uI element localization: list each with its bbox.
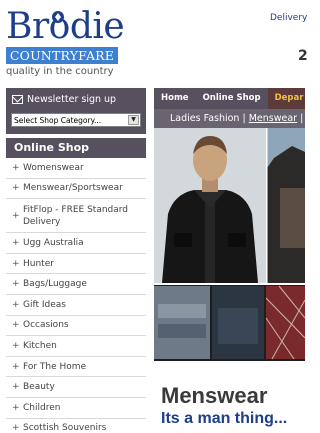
tartan-panel <box>266 286 305 359</box>
nav-departments[interactable]: Depar <box>267 88 305 109</box>
crest-icon <box>52 11 64 23</box>
shop-category-select[interactable]: Select Shop Category... ▼ <box>11 113 141 127</box>
bag-shape <box>218 308 258 344</box>
plus-icon: + <box>12 340 20 351</box>
category-item-bags[interactable]: + Bags/Luggage <box>6 274 146 295</box>
category-item-children[interactable]: + Children <box>6 398 146 419</box>
newsletter-box: Newsletter sign up Select Shop Category.… <box>6 88 146 134</box>
plus-icon: + <box>12 162 20 173</box>
crumb-menswear[interactable]: Menswear <box>249 113 297 124</box>
knit-fold-1 <box>158 304 206 318</box>
newsletter-signup-link[interactable]: Newsletter sign up <box>11 92 141 107</box>
category-item-for-the-home[interactable]: + For The Home <box>6 357 146 378</box>
category-item-fitflop[interactable]: + FitFlop - FREE Standard Delivery <box>6 199 146 234</box>
header-number: 2 <box>298 48 308 64</box>
category-item-scottish-souvenirs[interactable]: + Scottish Souvenirs <box>6 419 146 433</box>
shop-select-value: Select Shop Category... <box>14 115 102 125</box>
chevron-down-icon[interactable]: ▼ <box>128 115 139 125</box>
plus-icon: + <box>12 279 20 290</box>
logo-tagline: quality in the country <box>6 66 114 77</box>
crumb-ladies-fashion[interactable]: Ladies Fashion <box>170 113 239 124</box>
category-item-beauty[interactable]: + Beauty <box>6 377 146 398</box>
category-list: + Womenswear + Menswear/Sportswear + FitFlo… <box>6 158 146 433</box>
envelope-icon <box>12 95 23 104</box>
category-item-occasions[interactable]: + Occasions <box>6 316 146 337</box>
category-item-hunter[interactable]: + Hunter <box>6 254 146 275</box>
plus-icon: + <box>12 423 20 433</box>
plus-icon: + <box>12 299 20 310</box>
online-shop-heading: Online Shop <box>6 138 146 158</box>
collage-divider-v <box>266 128 268 283</box>
category-item-menswear[interactable]: + Menswear/Sportswear <box>6 179 146 200</box>
sidebar: Newsletter sign up Select Shop Category.… <box>6 88 146 433</box>
main-nav: Home Online Shop Depar <box>154 88 305 109</box>
delivery-link[interactable]: Delivery <box>270 13 307 23</box>
plus-icon: + <box>12 402 20 413</box>
knitwear-panel <box>154 286 210 359</box>
pocket-right <box>228 233 246 247</box>
plus-icon: + <box>12 258 20 269</box>
knit-fold-2 <box>158 324 206 338</box>
category-item-gift-ideas[interactable]: + Gift Ideas <box>6 295 146 316</box>
coat-detail <box>280 188 305 248</box>
crumb-separator: | <box>300 113 304 124</box>
logo-band: COUNTRYFARE <box>6 47 118 64</box>
hero-collage-image <box>154 128 305 361</box>
page-title: Menswear <box>161 383 268 408</box>
plus-icon: + <box>12 361 20 372</box>
newsletter-label: Newsletter sign up <box>27 94 117 105</box>
nav-home[interactable]: Home <box>154 88 196 109</box>
plus-icon: + <box>12 320 20 331</box>
plus-icon: + <box>12 210 20 221</box>
page-subtitle: Its a man thing... <box>161 410 288 427</box>
pocket-left <box>174 233 192 247</box>
plus-icon: + <box>12 183 20 194</box>
category-item-kitchen[interactable]: + Kitchen <box>6 336 146 357</box>
plus-icon: + <box>12 382 20 393</box>
brand-logo[interactable]: Brodie COUNTRYFARE quality in the countr… <box>6 8 125 77</box>
nav-online-shop[interactable]: Online Shop <box>196 88 268 109</box>
collage-divider <box>154 283 305 285</box>
category-item-ugg[interactable]: + Ugg Australia <box>6 233 146 254</box>
category-item-womenswear[interactable]: + Womenswear <box>6 158 146 179</box>
breadcrumb: Ladies Fashion | Menswear | La <box>154 109 305 128</box>
plus-icon: + <box>12 237 20 248</box>
hero-banner[interactable] <box>154 128 305 361</box>
